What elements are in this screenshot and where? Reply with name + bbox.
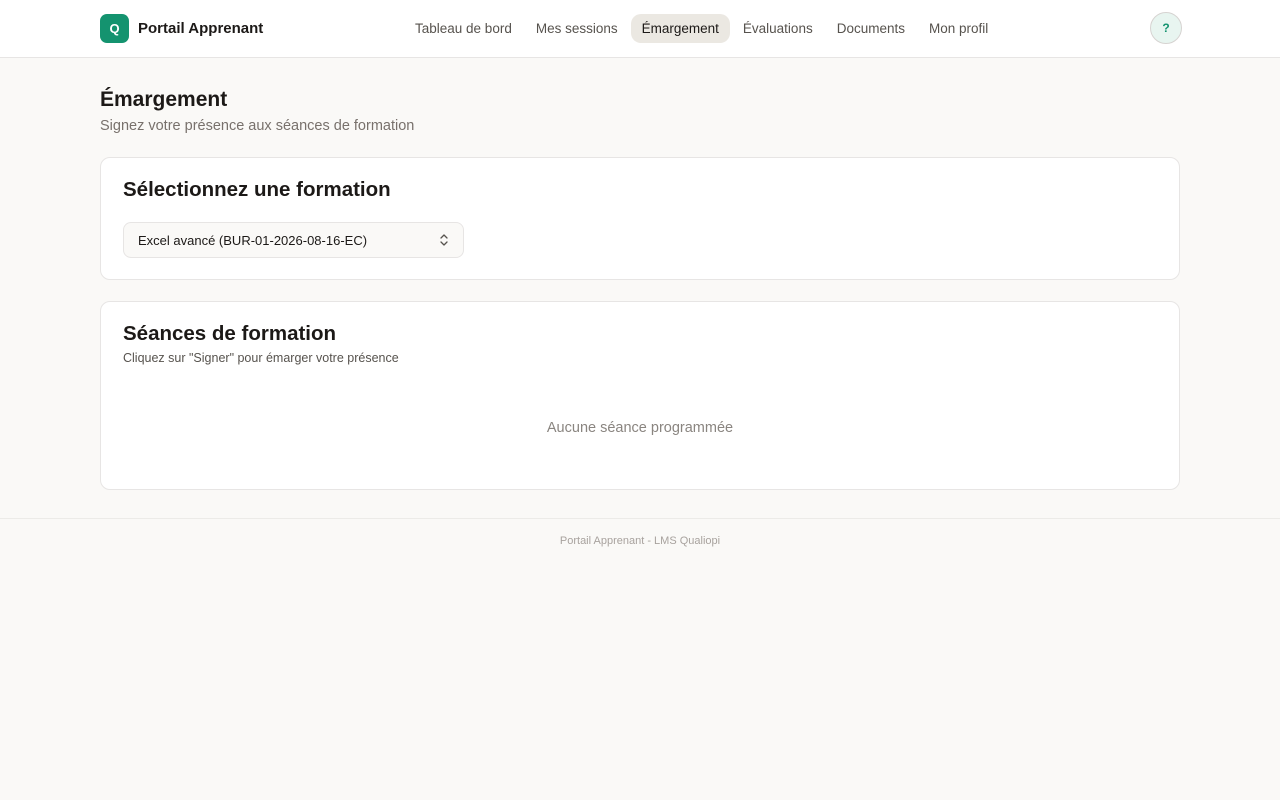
formation-select-value: Excel avancé (BUR-01-2026-08-16-EC) <box>138 232 368 248</box>
sessions-card-description: Cliquez sur "Signer" pour émarger votre … <box>123 351 399 365</box>
page-subtitle: Signez votre présence aux séances de for… <box>100 118 415 134</box>
sessions-card: Séances de formation Cliquez sur "Signer… <box>100 301 1180 490</box>
footer-text: Portail Apprenant - LMS Qualiopi <box>559 534 721 547</box>
main-nav: Tableau de bord Mes sessions Émargement … <box>404 14 999 43</box>
nav-item-mes-sessions[interactable]: Mes sessions <box>525 14 629 43</box>
formation-select[interactable]: Excel avancé (BUR-01-2026-08-16-EC) <box>123 222 464 258</box>
page-header: Émargement Signez votre présence aux séa… <box>100 86 1180 136</box>
app-name: Portail Apprenant <box>138 20 264 37</box>
nav-item-documents[interactable]: Documents <box>826 14 916 43</box>
app-logo: Q <box>100 14 129 43</box>
formation-select-card: Sélectionnez une formation Excel avancé … <box>100 157 1180 280</box>
page-title: Émargement <box>100 88 228 111</box>
empty-state-message: Aucune séance programmée <box>546 420 734 436</box>
nav-item-mon-profil[interactable]: Mon profil <box>918 14 999 43</box>
sessions-card-title: Séances de formation <box>123 322 337 345</box>
help-button[interactable]: ? <box>1150 12 1182 44</box>
footer: Portail Apprenant - LMS Qualiopi <box>0 518 1280 562</box>
formation-card-title: Sélectionnez une formation <box>123 178 391 201</box>
top-navigation-bar: Q Portail Apprenant Tableau de bord Mes … <box>0 0 1280 58</box>
chevron-up-down-icon <box>439 233 449 247</box>
nav-item-evaluations[interactable]: Évaluations <box>732 14 824 43</box>
nav-item-emargement[interactable]: Émargement <box>630 14 730 43</box>
nav-item-tableau-de-bord[interactable]: Tableau de bord <box>404 14 523 43</box>
brand[interactable]: Q Portail Apprenant <box>100 14 263 43</box>
